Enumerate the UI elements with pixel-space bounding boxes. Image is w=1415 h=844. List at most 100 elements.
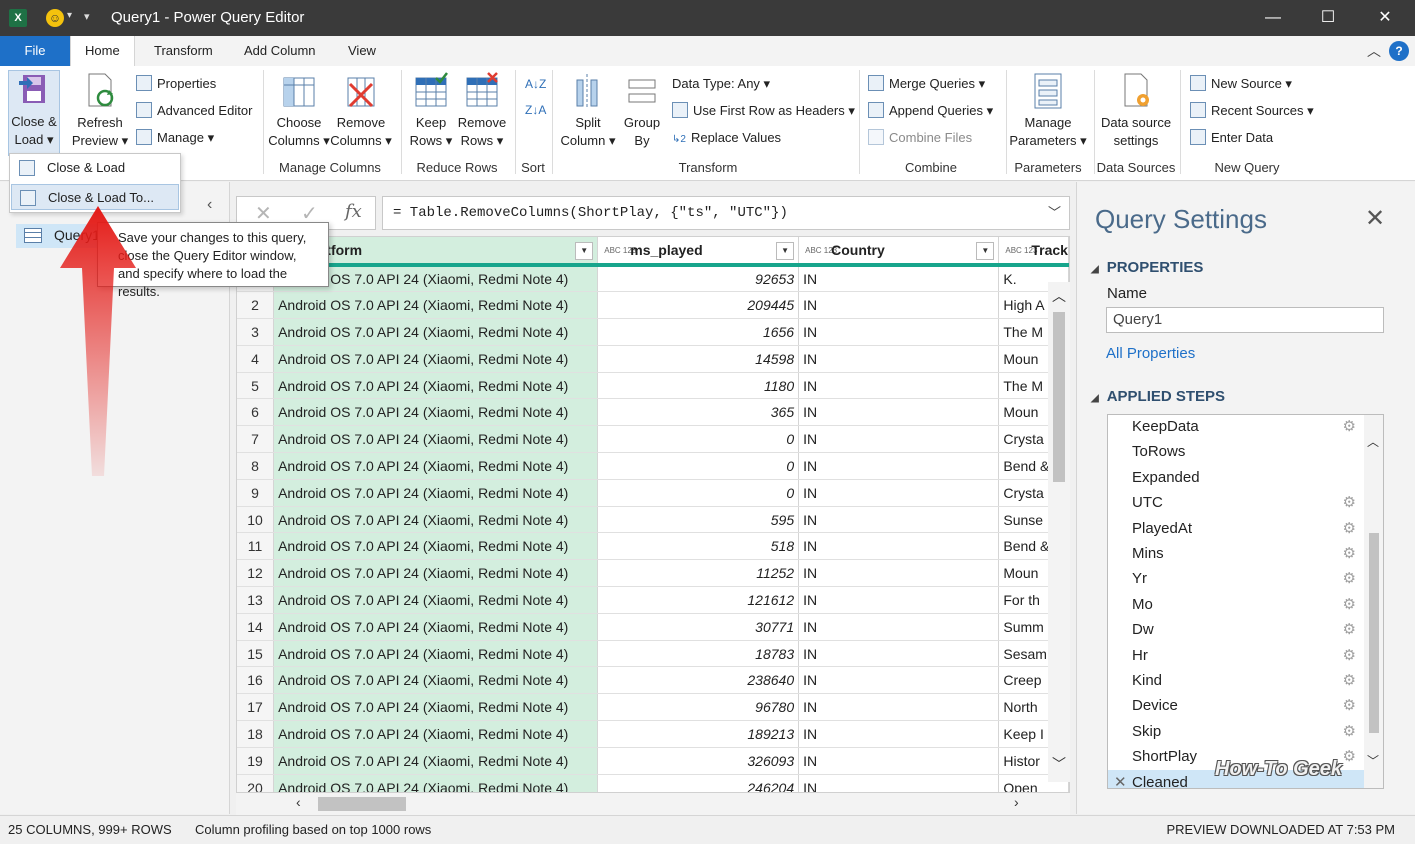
cell-platform[interactable]: Android OS 7.0 API 24 (Xiaomi, Redmi Not… [273,640,599,668]
applied-step[interactable]: Expanded [1108,465,1364,490]
scroll-thumb[interactable] [318,797,406,811]
cell-ms-played[interactable]: 1180 [597,372,800,400]
applied-step[interactable]: KeepData ⚙ [1108,415,1364,439]
smiley-feedback-icon[interactable]: ☺ [46,9,64,27]
table-row[interactable]: 11 Android OS 7.0 API 24 (Xiaomi, Redmi N… [237,532,1069,561]
steps-scrollbar[interactable]: ︿ ﹀ [1364,415,1383,788]
row-number[interactable]: 9 [237,479,275,507]
applied-step[interactable]: Mins ⚙ [1108,541,1364,566]
scroll-down-icon[interactable]: ﹀ [1367,752,1379,769]
applied-step[interactable]: PlayedAt ⚙ [1108,516,1364,541]
cell-platform[interactable]: Android OS 7.0 API 24 (Xiaomi, Redmi Not… [273,506,599,534]
help-button[interactable]: ? [1389,41,1409,61]
keep-rows-button[interactable]: Keep Rows ▾ [406,72,456,150]
row-number[interactable]: 10 [237,506,275,534]
table-row[interactable]: 15 Android OS 7.0 API 24 (Xiaomi, Redmi N… [237,640,1069,668]
cell-platform[interactable]: Android OS 7.0 API 24 (Xiaomi, Redmi Not… [273,720,599,748]
status-profiling[interactable]: Column profiling based on top 1000 rows [195,816,431,844]
replace-values-button[interactable]: ↳2 Replace Values [672,128,781,148]
use-first-row-headers-button[interactable]: Use First Row as Headers ▾ [672,101,855,121]
cell-ms-played[interactable]: 238640 [597,666,800,695]
cell-country[interactable]: IN [798,398,1000,427]
applied-step[interactable]: Skip ⚙ [1108,719,1364,744]
table-row[interactable]: 3 Android OS 7.0 API 24 (Xiaomi, Redmi No… [237,318,1069,346]
cell-country[interactable]: IN [798,747,1000,775]
table-row[interactable]: 20 Android OS 7.0 API 24 (Xiaomi, Redmi N… [237,774,1069,792]
sort-descending-button[interactable]: Z↓A [525,100,546,120]
row-number[interactable]: 11 [237,532,275,561]
menu-item-close-load[interactable]: Close & Load [11,155,179,181]
gear-icon[interactable]: ⚙ [1343,643,1356,668]
cell-ms-played[interactable]: 96780 [597,693,800,722]
filter-dropdown-icon[interactable]: ▼ [575,242,594,260]
applied-step[interactable]: ToRows [1108,439,1364,464]
row-number[interactable]: 8 [237,452,275,480]
gear-icon[interactable]: ⚙ [1343,516,1356,541]
cell-ms-played[interactable]: 18783 [597,640,800,668]
data-type-dropdown[interactable]: Data Type: Any ▾ [672,74,770,94]
collapse-pane-icon[interactable]: ‹ [207,196,212,214]
scroll-up-icon[interactable]: ︿ [1367,433,1379,450]
cell-country[interactable]: IN [798,318,1000,346]
cell-ms-played[interactable]: 365 [597,398,800,427]
row-number[interactable]: 14 [237,613,275,641]
applied-step[interactable]: Kind ⚙ [1108,668,1364,693]
cell-country[interactable]: IN [798,452,1000,480]
recent-sources-button[interactable]: Recent Sources ▾ [1190,101,1314,121]
cell-country[interactable]: IN [798,693,1000,722]
grid-horizontal-scrollbar[interactable]: ‹ › [236,793,1070,815]
row-number[interactable]: 4 [237,345,275,373]
scroll-thumb[interactable] [1369,533,1379,733]
cell-country[interactable]: IN [798,666,1000,695]
query-name-input[interactable]: Query1 [1106,307,1384,333]
cell-country[interactable]: IN [798,479,1000,507]
scroll-left-icon[interactable]: ‹ [296,794,301,810]
minimize-button[interactable]: — [1258,6,1288,30]
gear-icon[interactable]: ⚙ [1343,592,1356,617]
fx-icon[interactable]: fx [345,201,362,222]
row-number[interactable]: 20 [237,774,275,792]
remove-rows-button[interactable]: Remove Rows ▾ [456,72,508,150]
split-column-button[interactable]: Split Column ▾ [558,72,618,150]
cell-country[interactable]: IN [798,532,1000,561]
scroll-thumb[interactable] [1053,312,1065,482]
combine-files-button[interactable]: Combine Files [868,128,972,148]
table-row[interactable]: 2 Android OS 7.0 API 24 (Xiaomi, Redmi No… [237,291,1069,320]
tab-transform[interactable]: Transform [140,36,227,66]
all-properties-link[interactable]: All Properties [1106,345,1195,362]
cell-country[interactable]: IN [798,506,1000,534]
table-row[interactable]: 10 Android OS 7.0 API 24 (Xiaomi, Redmi N… [237,506,1069,534]
gear-icon[interactable]: ⚙ [1343,490,1356,515]
quick-access-customize-icon[interactable]: ▾ [84,10,90,23]
advanced-editor-button[interactable]: Advanced Editor [136,101,252,121]
row-number[interactable]: 16 [237,666,275,695]
cell-ms-played[interactable]: 595 [597,506,800,534]
row-number[interactable]: 5 [237,372,275,400]
row-number[interactable]: 18 [237,720,275,748]
cell-country[interactable]: IN [798,640,1000,668]
applied-step[interactable]: UTC ⚙ [1108,490,1364,515]
chevron-down-icon[interactable]: ▾ [67,10,72,21]
row-number[interactable]: 3 [237,318,275,346]
gear-icon[interactable]: ⚙ [1343,668,1356,693]
table-row[interactable]: 17 Android OS 7.0 API 24 (Xiaomi, Redmi N… [237,693,1069,722]
cell-platform[interactable]: Android OS 7.0 API 24 (Xiaomi, Redmi Not… [273,398,599,427]
gear-icon[interactable]: ⚙ [1343,719,1356,744]
cell-ms-played[interactable]: 209445 [597,291,800,320]
tab-home[interactable]: Home [70,36,135,66]
applied-step[interactable]: Hr ⚙ [1108,643,1364,668]
cell-platform[interactable]: Android OS 7.0 API 24 (Xiaomi, Redmi Not… [273,291,599,320]
gear-icon[interactable]: ⚙ [1343,693,1356,718]
row-number[interactable]: 19 [237,747,275,775]
applied-step[interactable]: Yr ⚙ [1108,566,1364,591]
table-row[interactable]: 16 Android OS 7.0 API 24 (Xiaomi, Redmi N… [237,666,1069,695]
cell-ms-played[interactable]: 0 [597,479,800,507]
cell-ms-played[interactable]: 1656 [597,318,800,346]
cell-country[interactable]: IN [798,559,1000,588]
enter-data-button[interactable]: Enter Data [1190,128,1273,148]
group-by-button[interactable]: Group By [618,72,666,150]
gear-icon[interactable]: ⚙ [1343,566,1356,591]
close-window-button[interactable]: ✕ [1370,6,1400,30]
gear-icon[interactable]: ⚙ [1343,744,1356,769]
cell-country[interactable]: IN [798,291,1000,320]
